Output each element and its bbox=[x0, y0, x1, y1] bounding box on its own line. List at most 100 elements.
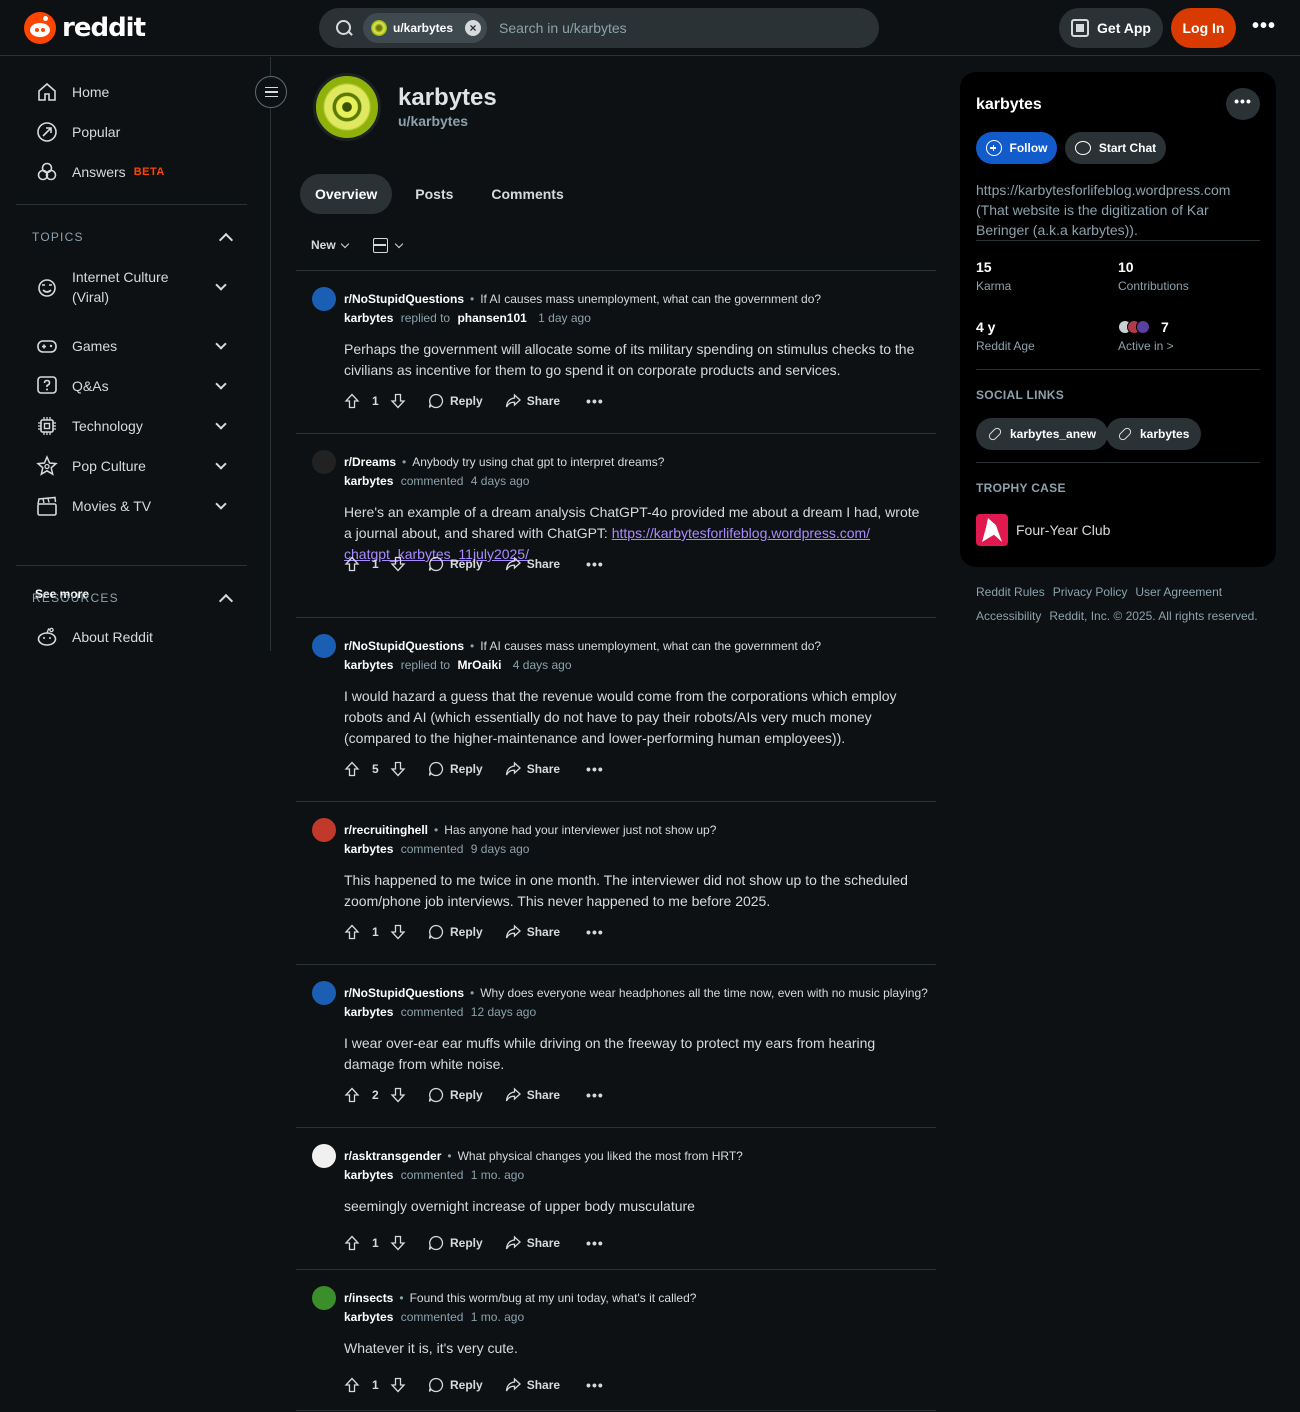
upvote-icon[interactable] bbox=[344, 1235, 360, 1251]
stat-active-in[interactable]: 7 Active in > bbox=[1118, 319, 1174, 353]
more-options-icon[interactable]: ••• bbox=[586, 924, 604, 940]
sidebar-item-popular[interactable]: Popular bbox=[16, 112, 247, 152]
search-input[interactable] bbox=[499, 20, 820, 36]
close-icon[interactable]: × bbox=[465, 20, 482, 36]
downvote-icon[interactable] bbox=[390, 1235, 406, 1251]
get-app-button[interactable]: Get App bbox=[1059, 8, 1163, 48]
upvote-icon[interactable] bbox=[344, 1087, 360, 1103]
reply-button[interactable]: Reply bbox=[428, 761, 483, 777]
chevron-down-icon[interactable] bbox=[215, 498, 227, 510]
subreddit-link[interactable]: r/recruitinghell bbox=[344, 823, 428, 837]
topic-movies-tv[interactable]: Movies & TV bbox=[16, 486, 247, 526]
footer-link[interactable]: Privacy Policy bbox=[1053, 585, 1128, 599]
topic-technology[interactable]: Technology bbox=[16, 406, 247, 446]
topic-internet-culture[interactable]: Internet Culture (Viral) bbox=[16, 266, 247, 308]
downvote-icon[interactable] bbox=[390, 761, 406, 777]
share-button[interactable]: Share bbox=[505, 924, 560, 940]
list-item[interactable]: r/NoStupidQuestions • Why does everyone … bbox=[296, 981, 936, 1127]
downvote-icon[interactable] bbox=[390, 924, 406, 940]
share-button[interactable]: Share bbox=[505, 1235, 560, 1251]
reply-button[interactable]: Reply bbox=[428, 1235, 483, 1251]
post-title-link[interactable]: Has anyone had your interviewer just not… bbox=[444, 823, 716, 837]
comment-author[interactable]: karbytes bbox=[344, 311, 393, 325]
upvote-icon[interactable] bbox=[344, 924, 360, 940]
subreddit-avatar[interactable] bbox=[312, 818, 336, 842]
comment-author[interactable]: karbytes bbox=[344, 1005, 393, 1019]
list-item[interactable]: r/Dreams • Anybody try using chat gpt to… bbox=[296, 450, 936, 617]
start-chat-button[interactable]: Start Chat bbox=[1065, 132, 1166, 164]
sidebar-item-answers[interactable]: Answers BETA bbox=[16, 152, 247, 192]
downvote-icon[interactable] bbox=[390, 1377, 406, 1393]
subreddit-avatar[interactable] bbox=[312, 287, 336, 311]
post-title-link[interactable]: Why does everyone wear headphones all th… bbox=[480, 986, 928, 1000]
list-item[interactable]: r/NoStupidQuestions • If AI causes mass … bbox=[296, 634, 936, 801]
upvote-icon[interactable] bbox=[344, 761, 360, 777]
tab-posts[interactable]: Posts bbox=[400, 174, 468, 214]
reply-button[interactable]: Reply bbox=[428, 924, 483, 940]
more-options-icon[interactable]: ••• bbox=[586, 1235, 604, 1251]
sidebar-item-about-reddit[interactable]: About Reddit bbox=[16, 617, 247, 657]
chevron-down-icon[interactable] bbox=[215, 458, 227, 470]
reply-button[interactable]: Reply bbox=[428, 1377, 483, 1393]
sidebar-toggle-button[interactable] bbox=[255, 76, 287, 108]
subreddit-link[interactable]: r/NoStupidQuestions bbox=[344, 986, 464, 1000]
subreddit-link[interactable]: r/NoStupidQuestions bbox=[344, 292, 464, 306]
subreddit-link[interactable]: r/NoStupidQuestions bbox=[344, 639, 464, 653]
comment-author[interactable]: karbytes bbox=[344, 474, 393, 488]
social-link-button[interactable]: karbytes_anew bbox=[976, 418, 1109, 450]
chevron-up-icon[interactable] bbox=[218, 593, 234, 609]
upvote-icon[interactable] bbox=[344, 393, 360, 409]
reply-button[interactable]: Reply bbox=[428, 1087, 483, 1103]
post-title-link[interactable]: Found this worm/bug at my uni today, wha… bbox=[410, 1291, 697, 1305]
search-bar[interactable]: u/karbytes × bbox=[319, 8, 879, 48]
log-in-button[interactable]: Log In bbox=[1171, 8, 1236, 48]
tab-comments[interactable]: Comments bbox=[476, 174, 578, 214]
sidebar-item-home[interactable]: Home bbox=[16, 72, 247, 112]
more-options-icon[interactable]: ••• bbox=[1226, 88, 1260, 120]
subreddit-avatar[interactable] bbox=[312, 634, 336, 658]
reply-target[interactable]: MrOaiki bbox=[457, 658, 501, 672]
upvote-icon[interactable] bbox=[344, 556, 360, 572]
downvote-icon[interactable] bbox=[390, 1087, 406, 1103]
sort-dropdown[interactable]: New bbox=[311, 238, 349, 252]
more-options-icon[interactable]: ••• bbox=[586, 393, 604, 409]
downvote-icon[interactable] bbox=[390, 393, 406, 409]
subreddit-avatar[interactable] bbox=[312, 1144, 336, 1168]
view-mode-dropdown[interactable] bbox=[373, 238, 404, 253]
subreddit-link[interactable]: r/Dreams bbox=[344, 455, 396, 469]
reply-target[interactable]: phansen101 bbox=[457, 311, 526, 325]
follow-button[interactable]: Follow bbox=[976, 132, 1057, 164]
footer-link[interactable]: User Agreement bbox=[1135, 585, 1222, 599]
subreddit-link[interactable]: r/insects bbox=[344, 1291, 393, 1305]
post-title-link[interactable]: Anybody try using chat gpt to interpret … bbox=[412, 455, 664, 469]
post-title-link[interactable]: What physical changes you liked the most… bbox=[458, 1149, 743, 1163]
reply-button[interactable]: Reply bbox=[428, 556, 483, 572]
footer-link[interactable]: Accessibility bbox=[976, 609, 1041, 623]
reply-button[interactable]: Reply bbox=[428, 393, 483, 409]
chevron-up-icon[interactable] bbox=[218, 232, 234, 248]
chevron-down-icon[interactable] bbox=[215, 338, 227, 350]
share-button[interactable]: Share bbox=[505, 1377, 560, 1393]
comment-author[interactable]: karbytes bbox=[344, 1168, 393, 1182]
subreddit-avatar[interactable] bbox=[312, 981, 336, 1005]
topic-qas[interactable]: Q&As bbox=[16, 366, 247, 406]
list-item[interactable]: r/NoStupidQuestions • If AI causes mass … bbox=[296, 287, 936, 433]
topic-games[interactable]: Games bbox=[16, 326, 247, 366]
share-button[interactable]: Share bbox=[505, 556, 560, 572]
list-item[interactable]: r/asktransgender • What physical changes… bbox=[296, 1144, 936, 1269]
chevron-down-icon[interactable] bbox=[215, 378, 227, 390]
post-title-link[interactable]: If AI causes mass unemployment, what can… bbox=[480, 639, 821, 653]
list-item[interactable]: r/recruitinghell • Has anyone had your i… bbox=[296, 818, 936, 964]
more-options-icon[interactable]: ••• bbox=[1248, 14, 1280, 42]
list-item[interactable]: r/insects • Found this worm/bug at my un… bbox=[296, 1286, 936, 1412]
subreddit-link[interactable]: r/asktransgender bbox=[344, 1149, 441, 1163]
social-link-button[interactable]: karbytes bbox=[1106, 418, 1202, 450]
topic-pop-culture[interactable]: Pop Culture bbox=[16, 446, 247, 486]
more-options-icon[interactable]: ••• bbox=[586, 556, 604, 572]
search-scope-chip[interactable]: u/karbytes × bbox=[363, 13, 488, 43]
more-options-icon[interactable]: ••• bbox=[586, 1087, 604, 1103]
more-options-icon[interactable]: ••• bbox=[586, 1377, 604, 1393]
comment-author[interactable]: karbytes bbox=[344, 658, 393, 672]
share-button[interactable]: Share bbox=[505, 1087, 560, 1103]
topics-section-header[interactable]: TOPICS bbox=[32, 229, 234, 248]
